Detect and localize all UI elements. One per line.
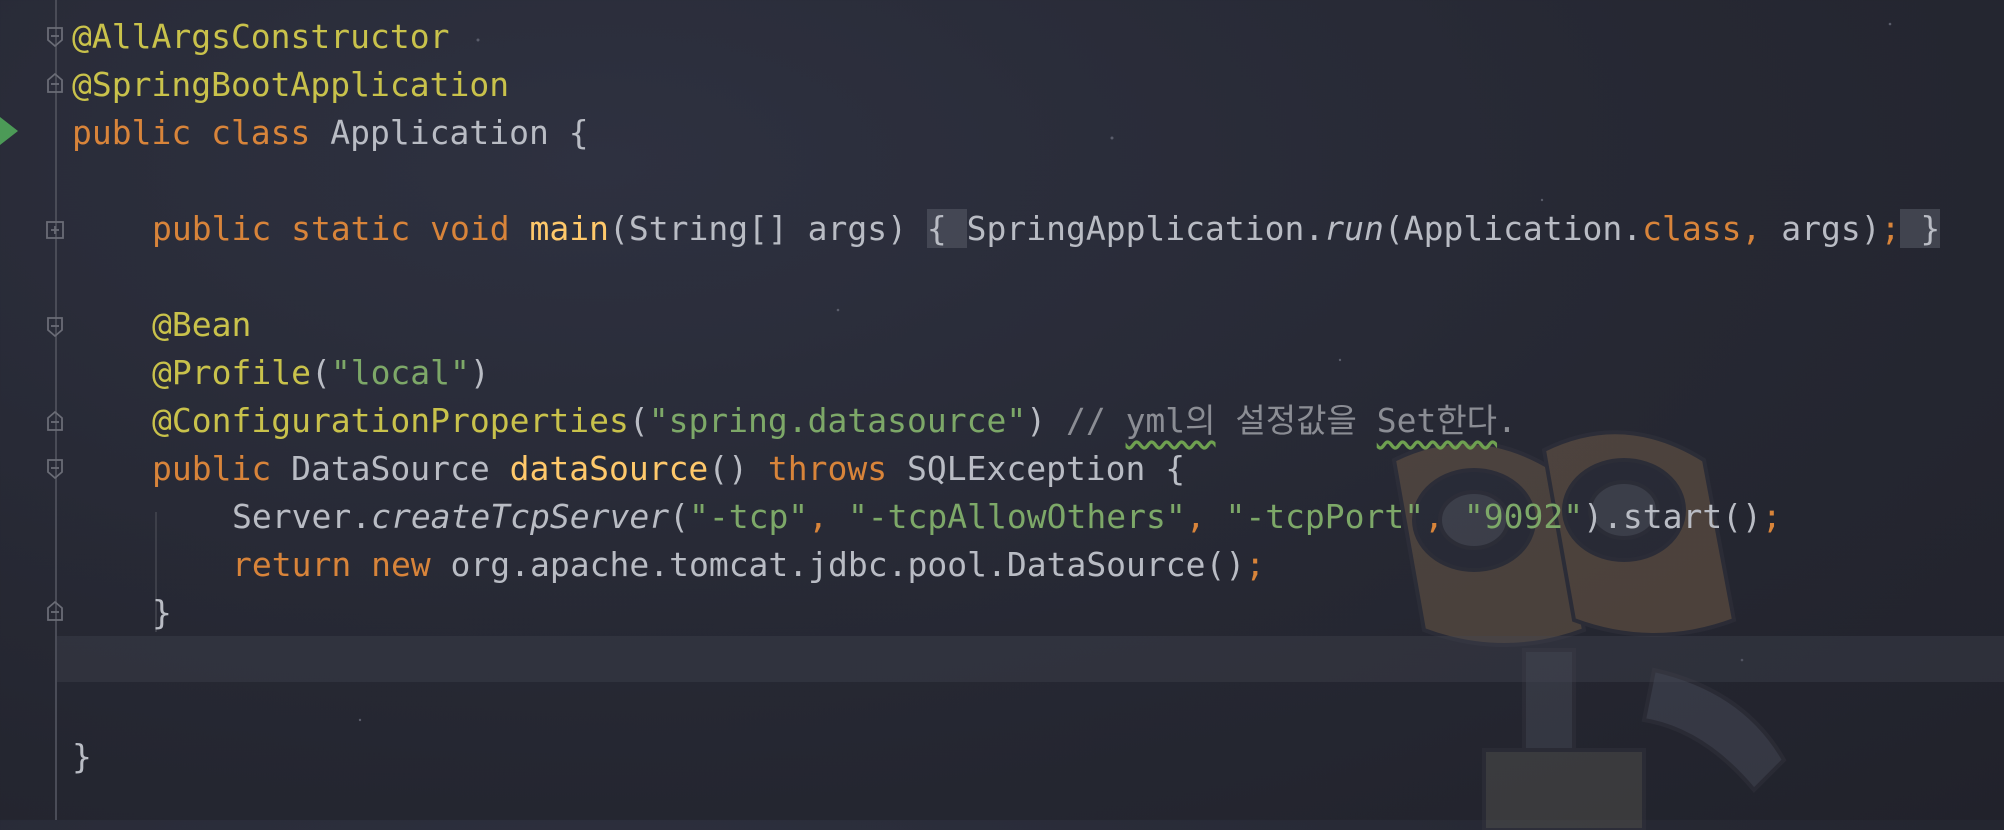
code-token: public static void — [152, 209, 530, 248]
code-token: } — [152, 593, 172, 632]
code-token: Server. — [232, 497, 372, 536]
code-token: Set한다 — [1376, 401, 1498, 440]
code-token: Application { — [330, 113, 589, 152]
code-token: "spring.datasource" — [648, 401, 1027, 440]
code-token: "local" — [330, 353, 470, 392]
code-token: // — [1065, 401, 1126, 440]
code-token: throws — [767, 449, 907, 488]
code-token: . — [1497, 401, 1517, 440]
code-token: class — [1642, 209, 1742, 248]
code-token: org.apache.tomcat.jdbc.pool.DataSource() — [450, 545, 1246, 584]
code-token: SpringApplication. — [966, 209, 1325, 248]
code-token: dataSource — [509, 449, 709, 488]
code-line[interactable]: public static void main(String[] args) {… — [152, 206, 1941, 252]
code-token: return new — [232, 545, 451, 584]
code-token: public — [152, 449, 292, 488]
code-line[interactable]: public DataSource dataSource() throws SQ… — [152, 446, 1185, 492]
code-token: { — [926, 209, 967, 248]
code-token: ).start() — [1583, 497, 1762, 536]
code-token: ( — [669, 497, 689, 536]
code-token: "-tcp" — [688, 497, 809, 536]
code-token: "-tcpAllowOthers" — [847, 497, 1186, 536]
code-token: createTcpServer — [371, 497, 670, 536]
code-token: public class — [72, 113, 331, 152]
code-token: args) — [1781, 209, 1881, 248]
code-token: , — [808, 497, 848, 536]
code-token: ; — [1880, 209, 1901, 248]
code-token: () — [708, 449, 768, 488]
code-token: "-tcpPort" — [1225, 497, 1425, 536]
code-token: @ConfigurationProperties — [152, 401, 629, 440]
code-editor[interactable]: @AllArgsConstructor @SpringBootApplicati… — [0, 0, 2004, 820]
code-line[interactable]: @AllArgsConstructor — [72, 14, 450, 60]
code-line[interactable]: @Bean — [152, 302, 251, 348]
code-token: run — [1324, 209, 1384, 248]
code-token: @Bean — [152, 305, 252, 344]
code-token: "9092" — [1463, 497, 1584, 536]
code-token: , — [1424, 497, 1464, 536]
code-token: } — [72, 737, 92, 776]
code-token: } — [1900, 209, 1941, 248]
code-line[interactable]: public class Application { — [72, 110, 589, 156]
code-token: main — [529, 209, 609, 248]
code-token: , — [1741, 209, 1782, 248]
code-token: @Profile — [152, 353, 311, 392]
code-token: ) — [469, 353, 490, 392]
code-token: ) — [1026, 401, 1066, 440]
code-line[interactable]: return new org.apache.tomcat.jdbc.pool.D… — [232, 542, 1265, 588]
code-token: @AllArgsConstructor — [72, 17, 450, 56]
code-line[interactable]: @SpringBootApplication — [72, 62, 509, 108]
code-token: DataSource — [291, 449, 510, 488]
code-token: ( — [310, 353, 331, 392]
code-token: ; — [1761, 497, 1782, 536]
code-line[interactable]: @ConfigurationProperties("spring.datasou… — [152, 398, 1517, 444]
code-token: ; — [1245, 545, 1266, 584]
code-line[interactable]: @Profile("local") — [152, 350, 490, 396]
code-token: (Application. — [1383, 209, 1643, 248]
code-line[interactable]: Server.createTcpServer("-tcp", "-tcpAllo… — [232, 494, 1782, 540]
code-token: ( — [628, 401, 649, 440]
code-token: (String[] args) — [608, 209, 927, 248]
code-line[interactable]: } — [72, 734, 92, 780]
code-token: SQLException { — [907, 449, 1186, 488]
code-token: yml의 — [1125, 401, 1216, 440]
code-token: @SpringBootApplication — [72, 65, 510, 104]
code-token: 설정값을 — [1215, 401, 1377, 440]
code-line[interactable]: } — [152, 590, 172, 636]
code-token: , — [1185, 497, 1226, 536]
